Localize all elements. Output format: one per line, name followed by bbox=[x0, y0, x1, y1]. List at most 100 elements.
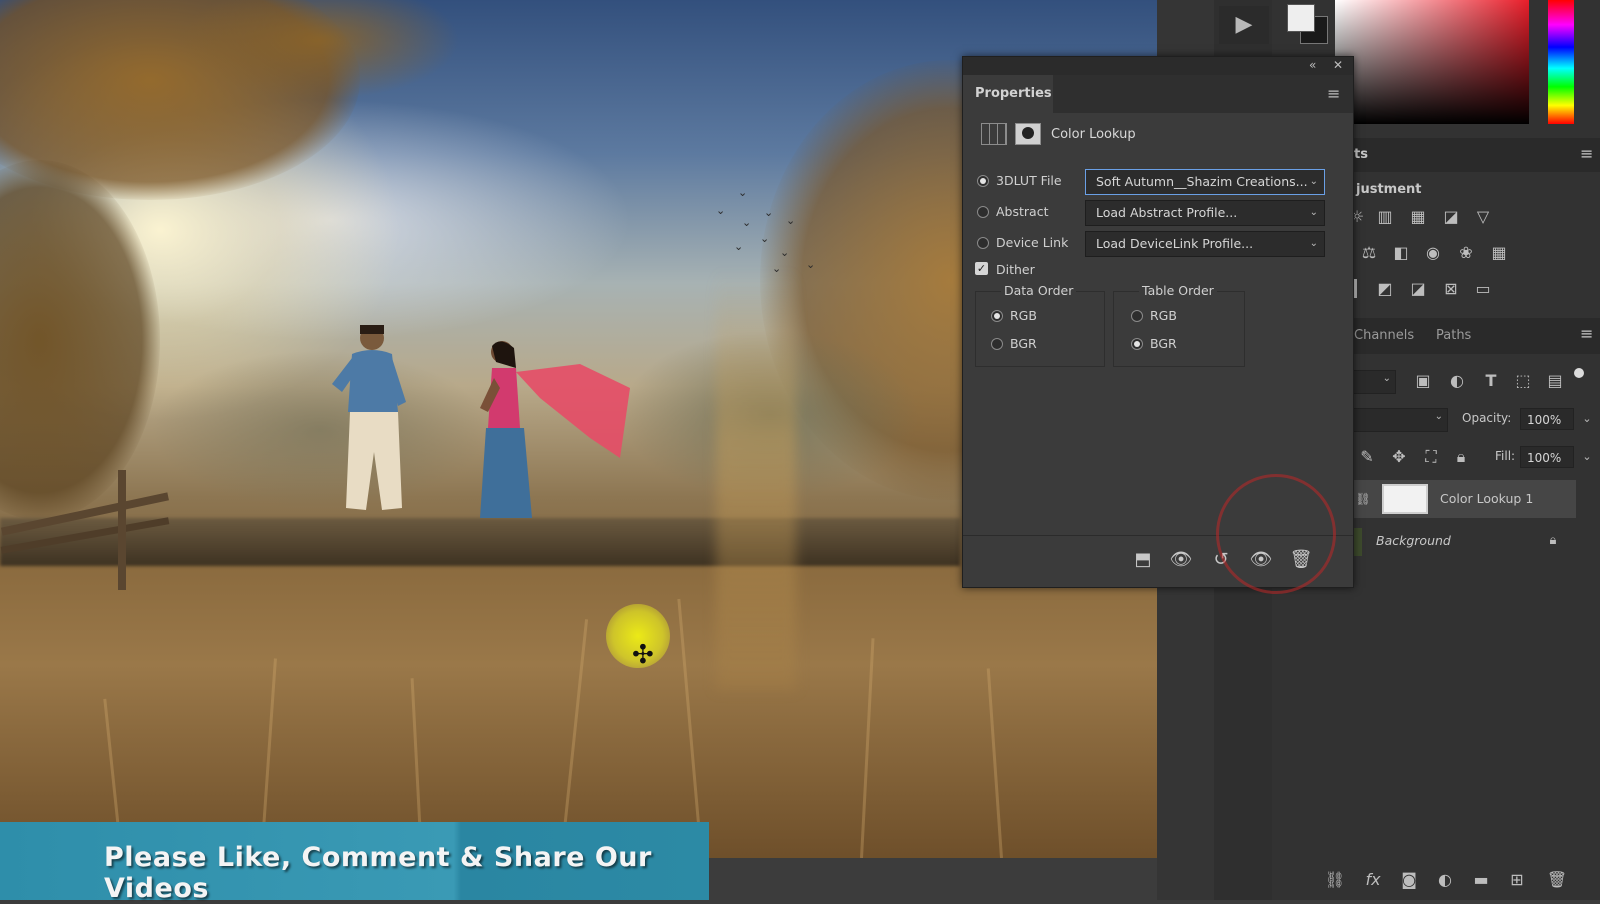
color-lookup-icon[interactable]: ▦ bbox=[1488, 243, 1510, 263]
devicelink-profile-dropdown[interactable]: Load DeviceLink Profile... ⌄ bbox=[1085, 231, 1325, 257]
fill-field[interactable]: 100% bbox=[1520, 446, 1574, 468]
filter-toggle-icon[interactable] bbox=[1574, 368, 1584, 378]
view-previous-state-icon[interactable]: 👁︎ bbox=[1169, 548, 1193, 572]
move-cursor-icon: ✣ bbox=[632, 640, 654, 670]
new-adjustment-layer-icon[interactable]: ◐ bbox=[1434, 870, 1456, 890]
delete-layer-icon[interactable]: 🗑︎ bbox=[1546, 870, 1568, 890]
opacity-field[interactable]: 100% bbox=[1520, 408, 1574, 430]
opacity-value: 100% bbox=[1527, 413, 1562, 427]
bird: ⌄ bbox=[716, 204, 726, 217]
play-icon[interactable]: ▶ bbox=[1219, 6, 1269, 44]
fill-value: 100% bbox=[1527, 451, 1562, 465]
bird: ⌄ bbox=[742, 216, 752, 229]
dropdown-value: Load Abstract Profile... bbox=[1096, 205, 1238, 220]
color-picker-field[interactable] bbox=[1335, 0, 1529, 124]
foreground-color-swatch[interactable] bbox=[1287, 4, 1315, 32]
woman-figure bbox=[480, 341, 630, 518]
banner-text: Please Like, Comment & Share Our Videos bbox=[104, 842, 652, 904]
adjustment-layer-icon[interactable] bbox=[981, 123, 1007, 145]
curves-icon[interactable]: ▦ bbox=[1407, 207, 1429, 227]
dither-label: Dither bbox=[996, 262, 1035, 277]
hue-slider[interactable] bbox=[1548, 0, 1574, 124]
lock-artboard-icon[interactable]: ⛶ bbox=[1420, 447, 1442, 467]
option-label: Device Link bbox=[996, 235, 1069, 250]
tree-foliage bbox=[150, 350, 490, 510]
chevron-down-icon: ⌄ bbox=[1309, 207, 1318, 218]
lock-all-icon[interactable]: 🔒︎ bbox=[1450, 447, 1472, 467]
opacity-dropdown-icon[interactable]: ⌄ bbox=[1576, 409, 1598, 429]
chevron-down-icon: ⌄ bbox=[1309, 238, 1318, 249]
new-group-icon[interactable]: ▬ bbox=[1470, 870, 1492, 890]
panel-titlebar[interactable]: « ✕ bbox=[963, 57, 1353, 75]
tab-paths[interactable]: Paths bbox=[1436, 328, 1471, 343]
layer-row[interactable]: Background 🔒︎ bbox=[1350, 522, 1576, 560]
table-order-rgb-radio[interactable] bbox=[1131, 310, 1143, 322]
radio-3dlut-file[interactable] bbox=[977, 175, 989, 187]
black-white-icon[interactable]: ◧ bbox=[1390, 243, 1412, 263]
filter-pixel-icon[interactable]: ▣ bbox=[1412, 371, 1434, 391]
filter-type-icon[interactable]: T bbox=[1480, 371, 1502, 391]
lock-transparent-icon[interactable]: ✎ bbox=[1356, 447, 1378, 467]
lock-position-icon[interactable]: ✥ bbox=[1388, 447, 1410, 467]
collapse-icon[interactable]: « bbox=[1309, 58, 1316, 72]
bird: ⌄ bbox=[786, 214, 796, 227]
data-order-bgr-radio[interactable] bbox=[991, 338, 1003, 350]
levels-icon[interactable]: ▥ bbox=[1374, 207, 1396, 227]
bird: ⌄ bbox=[780, 246, 790, 259]
dither-checkbox[interactable]: ✓ bbox=[975, 262, 988, 275]
bird: ⌄ bbox=[760, 232, 770, 245]
fill-dropdown-icon[interactable]: ⌄ bbox=[1576, 447, 1598, 467]
photo-filter-icon[interactable]: ◉ bbox=[1422, 243, 1444, 263]
link-layers-icon[interactable]: ⛓ bbox=[1324, 870, 1346, 890]
properties-tabbar: Properties ≡ bbox=[963, 75, 1353, 113]
new-layer-icon[interactable]: ⊞ bbox=[1506, 870, 1528, 890]
3dlut-file-dropdown[interactable]: Soft Autumn__Shazim Creations... ⌄ bbox=[1085, 169, 1325, 195]
gradient-map-icon[interactable]: ▭ bbox=[1472, 279, 1494, 299]
table-order-title: Table Order bbox=[1139, 283, 1217, 298]
panel-menu-icon[interactable]: ≡ bbox=[1327, 84, 1340, 103]
channel-mixer-icon[interactable]: ❀ bbox=[1455, 243, 1477, 263]
data-order-title: Data Order bbox=[1001, 283, 1077, 298]
tab-properties[interactable]: Properties bbox=[963, 75, 1053, 113]
filter-smart-object-icon[interactable]: ▤ bbox=[1544, 371, 1566, 391]
layer-row[interactable]: ⛓ Color Lookup 1 bbox=[1350, 480, 1576, 518]
adjustments-tab[interactable]: ts bbox=[1354, 147, 1368, 162]
color-balance-icon[interactable]: ⚖ bbox=[1358, 243, 1380, 263]
selective-color-icon[interactable]: ⊠ bbox=[1440, 279, 1462, 299]
radio-device-link[interactable] bbox=[977, 237, 989, 249]
layer-style-fx-icon[interactable]: fx bbox=[1362, 870, 1384, 890]
tree-foliage bbox=[0, 160, 160, 520]
table-order-rgb-label: RGB bbox=[1150, 308, 1177, 323]
layer-mask-icon[interactable] bbox=[1015, 123, 1041, 145]
filter-shape-icon[interactable]: ⬚ bbox=[1512, 371, 1534, 391]
threshold-icon[interactable]: ◪ bbox=[1407, 279, 1429, 299]
adjustment-title: Color Lookup bbox=[1051, 127, 1136, 142]
panel-menu-icon[interactable]: ≡ bbox=[1580, 144, 1593, 163]
blend-mode-dropdown[interactable]: ⌄ bbox=[1350, 408, 1448, 432]
layer-name: Color Lookup 1 bbox=[1440, 491, 1534, 506]
clip-to-layer-icon[interactable]: ⬒ bbox=[1131, 548, 1155, 572]
abstract-profile-dropdown[interactable]: Load Abstract Profile... ⌄ bbox=[1085, 200, 1325, 226]
vibrance-icon[interactable]: ▽ bbox=[1472, 207, 1494, 227]
filter-adjustment-icon[interactable]: ◐ bbox=[1446, 371, 1468, 391]
layer-filter-dropdown[interactable]: ⌄ bbox=[1350, 370, 1396, 394]
subscribe-banner: Please Like, Comment & Share Our Videos bbox=[0, 822, 709, 904]
wooden-fence bbox=[0, 470, 180, 590]
dropdown-value: Load DeviceLink Profile... bbox=[1096, 236, 1254, 251]
add-mask-icon[interactable]: ◙ bbox=[1398, 870, 1420, 890]
tab-channels[interactable]: Channels bbox=[1354, 328, 1414, 343]
layer-mask-thumbnail[interactable] bbox=[1382, 484, 1428, 514]
posterize-icon[interactable]: ◩ bbox=[1374, 279, 1396, 299]
chevron-down-icon: ⌄ bbox=[1309, 176, 1318, 187]
close-icon[interactable]: ✕ bbox=[1333, 58, 1343, 72]
bird: ⌄ bbox=[734, 240, 744, 253]
panel-menu-icon[interactable]: ≡ bbox=[1580, 324, 1593, 343]
layer-link-icon: ⛓ bbox=[1355, 492, 1371, 506]
data-order-rgb-radio[interactable] bbox=[991, 310, 1003, 322]
table-order-bgr-radio[interactable] bbox=[1131, 338, 1143, 350]
data-order-bgr-label: BGR bbox=[1010, 336, 1037, 351]
dropdown-value: Soft Autumn__Shazim Creations... bbox=[1096, 174, 1308, 189]
data-order-rgb-label: RGB bbox=[1010, 308, 1037, 323]
radio-abstract[interactable] bbox=[977, 206, 989, 218]
exposure-icon[interactable]: ◪ bbox=[1440, 207, 1462, 227]
